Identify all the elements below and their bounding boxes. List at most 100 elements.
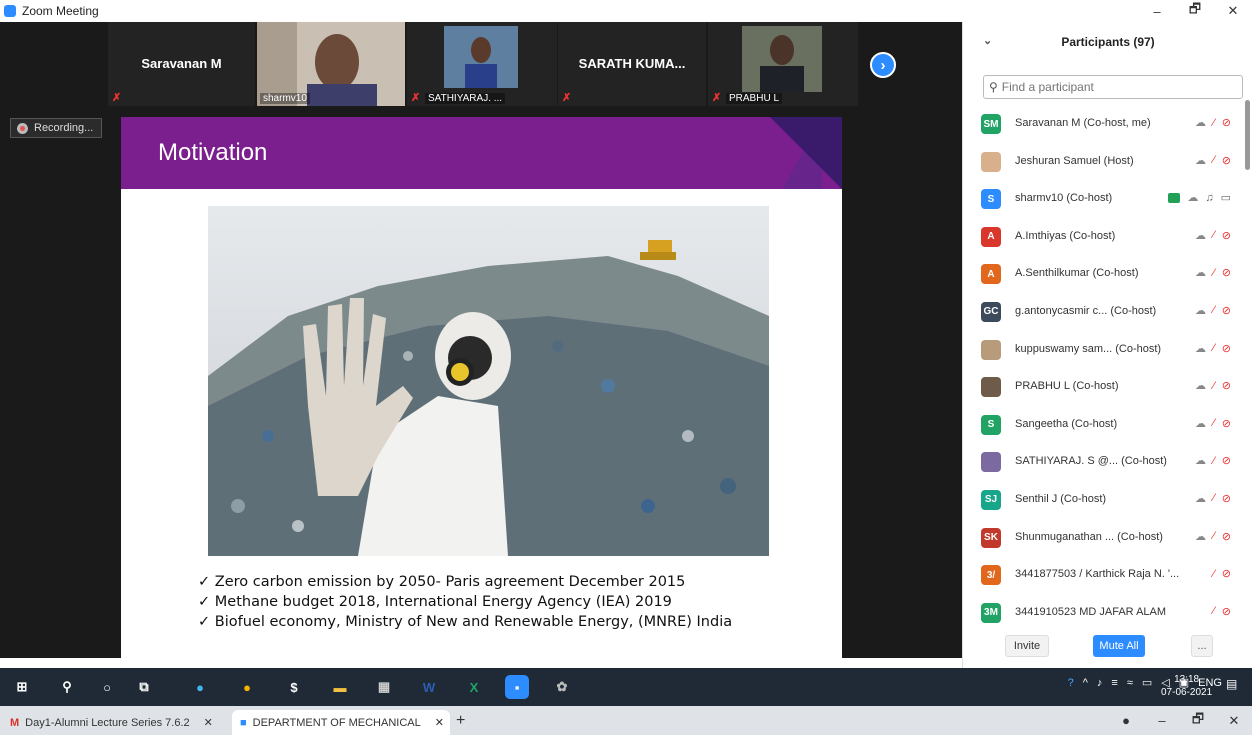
participant-row[interactable]: SATHIYARAJ. S @... (Co-host) ☁ ⁄ ⊘ [963,444,1252,482]
participant-status-icons: ☁ ⁄ ⊘ [1195,492,1231,505]
profile-icon[interactable]: ● [1108,706,1144,735]
app-icon[interactable]: $ [282,675,306,699]
avatar: SM [981,114,1001,134]
participant-name: Saravanan M [141,56,222,71]
video-tile[interactable]: SARATH KUMA... ✗ [558,22,706,106]
clock[interactable]: 13:18 07-06-2021 [1161,673,1212,699]
windows-start-icon[interactable]: ⊞ [10,675,34,699]
avatar: 3M [981,602,1001,623]
edge-icon[interactable]: ● [188,675,212,699]
mic-muted-icon: ⁄ [1212,530,1215,543]
close-button[interactable]: ✕ [1216,706,1252,735]
mic-muted-icon: ⁄ [1212,229,1215,242]
collapse-chevron-icon[interactable]: ⌄ [983,34,992,47]
participants-panel: ⌄ Participants (97) ⚲ SM Saravanan M (Co-… [962,22,1252,670]
participant-row[interactable]: SM Saravanan M (Co-host, me) ☁ ⁄ ⊘ [963,106,1252,144]
minimize-button[interactable]: – [1138,0,1176,22]
participant-row[interactable]: A A.Senthilkumar (Co-host) ☁ ⁄ ⊘ [963,256,1252,294]
participant-row[interactable]: A A.Imthiyas (Co-host) ☁ ⁄ ⊘ [963,219,1252,257]
zoom-icon[interactable]: ▪ [505,675,529,699]
participants-header: ⌄ Participants (97) [963,22,1252,62]
logo-app-icon[interactable]: ▦ [372,675,396,699]
participant-row[interactable]: 3M 3441910523 MD JAFAR ALAM ⁄ ⊘ [963,595,1252,633]
help-icon[interactable]: ? [1068,677,1074,689]
cloud-recording-icon: ☁ [1194,304,1206,317]
video-tile[interactable]: ✗ PRABHU L [708,22,858,106]
avatar: SJ [981,489,1001,510]
avatar: 3/ [981,565,1001,586]
mic-muted-icon: ✗ [411,92,421,104]
window-controls: – 🗗 ✕ [1138,0,1252,22]
mic-muted-icon: ✗ [712,92,722,104]
excel-icon[interactable]: X [462,675,486,699]
participant-row[interactable]: SK Shunmuganathan ... (Co-host) ☁ ⁄ ⊘ [963,520,1252,558]
network-icon[interactable]: ≡ [1111,677,1117,689]
mic-muted-icon: ⁄ [1212,605,1215,618]
cloud-recording-icon: ☁ [1194,492,1206,505]
maximize-button[interactable]: 🗗 [1176,0,1214,22]
battery-icon[interactable]: ▭ [1142,676,1152,689]
slide-bullet-list: ✓ Zero carbon emission by 2050- Paris ag… [198,572,732,632]
cortana-icon[interactable]: ○ [95,675,119,699]
window-titlebar: Zoom Meeting – 🗗 ✕ [0,0,1252,22]
search-icon[interactable]: ⚲ [55,675,79,699]
mic-muted-icon: ⁄ [1212,492,1215,505]
participant-row[interactable]: Ssharmv10 (Co-host) ☁ ♫ ▭ [963,181,1252,219]
file-explorer-icon[interactable]: ▬ [328,675,352,699]
tab-title: DEPARTMENT OF MECHANICAL [252,716,421,729]
close-button[interactable]: ✕ [1214,0,1252,22]
word-icon[interactable]: W [417,675,441,699]
camera-off-icon: ⊘ [1221,304,1231,317]
more-button[interactable]: ... [1191,635,1213,657]
mic-muted-icon: ⁄ [1212,304,1215,317]
participant-search[interactable]: ⚲ [983,75,1243,99]
participant-status-icons: ☁ ♫ ▭ [1168,191,1231,204]
slide-header: Motivation [121,117,842,189]
participant-row[interactable]: SJ Senthil J (Co-host) ☁ ⁄ ⊘ [963,482,1252,520]
clock-time: 13:18 [1174,674,1200,685]
search-input[interactable] [1001,80,1222,94]
task-view-icon[interactable]: ⧉ [132,675,156,699]
browser-tab-active[interactable]: ■ DEPARTMENT OF MECHANICAL ✕ [232,710,450,735]
participant-list: SM Saravanan M (Co-host, me) ☁ ⁄ ⊘ Jeshuran S… [963,106,1252,632]
meeting-area: Saravanan M ✗ sharmv10 ✗ SATHIYARAJ. ... [0,22,962,658]
participant-status-icons: ☁ ⁄ ⊘ [1195,417,1231,430]
tab-close-icon[interactable]: ✕ [204,716,213,729]
notification-icon[interactable]: ▤ [1226,677,1246,697]
avatar [981,339,1001,360]
screen-share-icon [1168,192,1181,203]
cloud-recording-icon: ☁ [1187,192,1199,205]
video-tile[interactable]: Saravanan M ✗ [108,22,255,106]
video-tile[interactable]: ✗ SATHIYARAJ. ... [407,22,557,106]
new-tab-button[interactable]: + [456,712,465,730]
participant-row[interactable]: 3/3441877503 / Karthick Raja N. '... ⁄ ⊘ [963,557,1252,595]
avatar: A [981,226,1001,247]
participant-row[interactable]: GC g.antonycasmir c... (Co-host) ☁ ⁄ ⊘ [963,294,1252,332]
mic-muted-icon: ⁄ [1212,454,1215,467]
next-page-arrow-icon[interactable]: › [870,52,896,78]
tab-close-icon[interactable]: ✕ [435,716,444,729]
participant-row[interactable]: kuppuswamy sam... (Co-host) ☁ ⁄ ⊘ [963,332,1252,370]
mic-muted-icon: ⁄ [1212,154,1215,167]
participant-status-icons: ⁄ ⊘ [1213,605,1231,618]
recording-icon [17,122,28,134]
maximize-button[interactable]: 🗗 [1180,706,1216,735]
minimize-button[interactable]: – [1144,706,1180,735]
chrome-icon[interactable]: ● [235,675,259,699]
participant-row[interactable]: PRABHU L (Co-host) ☁ ⁄ ⊘ [963,369,1252,407]
participant-row[interactable]: S Sangeetha (Co-host) ☁ ⁄ ⊘ [963,407,1252,445]
chevron-up-icon[interactable]: ^ [1083,677,1088,689]
video-tile-active-speaker[interactable]: sharmv10 [257,22,405,106]
avatar: SK [981,527,1001,548]
cloud-recording-icon: ☁ [1194,380,1206,393]
paint-icon[interactable]: ✿ [550,675,574,699]
invite-button[interactable]: Invite [1005,635,1049,657]
recording-indicator[interactable]: Recording... [10,118,103,138]
participant-row[interactable]: Jeshuran Samuel (Host) ☁ ⁄ ⊘ [963,144,1252,182]
zoom-logo-icon [4,5,16,17]
browser-tab[interactable]: M Day1-Alumni Lecture Series 7.6.2 ✕ [2,710,230,735]
mute-all-button[interactable]: Mute All [1093,635,1145,657]
wifi-icon[interactable]: ≈ [1127,677,1133,689]
camera-on-icon: ▭ [1220,192,1231,205]
mic-icon[interactable]: ♪ [1097,677,1103,689]
